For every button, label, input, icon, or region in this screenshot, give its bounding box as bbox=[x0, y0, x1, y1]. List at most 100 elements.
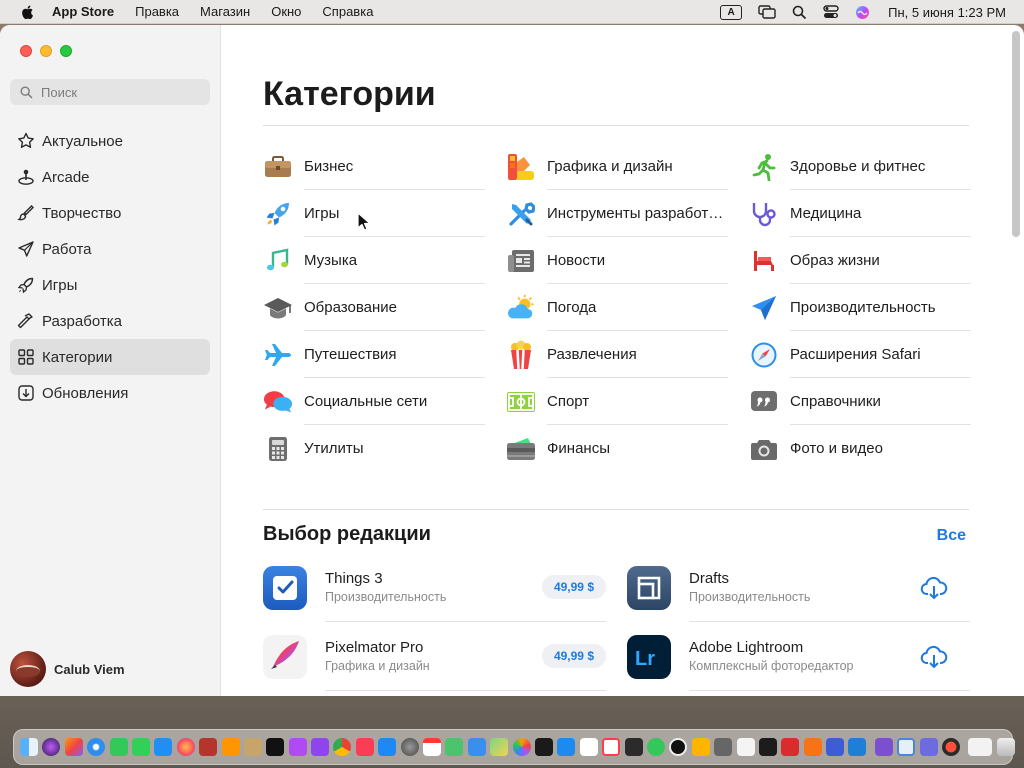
mail-icon[interactable] bbox=[154, 738, 173, 756]
app-drafts[interactable]: Drafts Производительность bbox=[627, 553, 970, 622]
category-weather[interactable]: Погода bbox=[506, 284, 728, 331]
script-editor-icon[interactable] bbox=[826, 738, 845, 756]
price-button[interactable]: 49,99 $ bbox=[541, 644, 606, 668]
music-icon[interactable] bbox=[355, 738, 374, 756]
see-all-link[interactable]: Все bbox=[937, 527, 966, 545]
trash-icon[interactable] bbox=[996, 738, 1015, 756]
sidebar-item-create[interactable]: Творчество bbox=[10, 195, 210, 231]
chrome-icon[interactable] bbox=[333, 738, 352, 756]
messages-icon[interactable] bbox=[109, 738, 128, 756]
menu-store[interactable]: Магазин bbox=[200, 4, 250, 19]
apple-tv-icon[interactable] bbox=[266, 738, 285, 756]
menu-app-name[interactable]: App Store bbox=[52, 4, 114, 19]
category-news[interactable]: Новости bbox=[506, 237, 728, 284]
category-utilities[interactable]: Утилиты bbox=[263, 425, 485, 472]
sidebar-item-develop[interactable]: Разработка bbox=[10, 303, 210, 339]
siri-icon[interactable] bbox=[42, 738, 61, 756]
podcasts-alt-icon[interactable] bbox=[311, 738, 330, 756]
category-music[interactable]: Музыка bbox=[263, 237, 485, 284]
search-input[interactable]: Поиск bbox=[10, 79, 210, 105]
category-travel[interactable]: Путешествия bbox=[263, 331, 485, 378]
dictionary-icon[interactable] bbox=[199, 738, 218, 756]
cloud-download-icon[interactable] bbox=[920, 574, 948, 602]
sidebar-item-categories[interactable]: Категории bbox=[10, 339, 210, 375]
facetime-icon[interactable] bbox=[131, 738, 150, 756]
stickies-icon[interactable] bbox=[919, 738, 938, 756]
control-center-icon[interactable] bbox=[823, 5, 839, 19]
category-safari-extensions[interactable]: Расширения Safari bbox=[749, 331, 971, 378]
activity-monitor-icon[interactable] bbox=[624, 738, 643, 756]
vertical-scrollbar[interactable] bbox=[1012, 31, 1020, 237]
menu-edit[interactable]: Правка bbox=[135, 4, 179, 19]
sidebar-item-discover[interactable]: Актуальное bbox=[10, 123, 210, 159]
category-social[interactable]: Социальные сети bbox=[263, 378, 485, 425]
category-reference[interactable]: Справочники bbox=[749, 378, 971, 425]
weather-icon[interactable] bbox=[467, 738, 486, 756]
launchpad-icon[interactable] bbox=[64, 738, 83, 756]
maps-alt-icon[interactable] bbox=[490, 738, 509, 756]
cloud-download-icon[interactable] bbox=[920, 643, 948, 671]
reminders-icon[interactable] bbox=[579, 738, 598, 756]
stocks-icon[interactable] bbox=[534, 738, 553, 756]
notes-icon[interactable] bbox=[243, 738, 262, 756]
menu-clock[interactable]: Пн, 5 июня 1:23 PM bbox=[888, 5, 1006, 20]
home-icon[interactable] bbox=[691, 738, 710, 756]
category-developer-tools[interactable]: Инструменты разработчика bbox=[506, 190, 728, 237]
category-graphics-design[interactable]: Графика и дизайн bbox=[506, 143, 728, 190]
minimize-window-button[interactable] bbox=[40, 45, 52, 57]
account-button[interactable]: Calub Viem bbox=[10, 651, 125, 687]
input-source-icon[interactable]: A bbox=[720, 4, 743, 20]
category-lifestyle[interactable]: Образ жизни bbox=[749, 237, 971, 284]
category-health-fitness[interactable]: Здоровье и фитнес bbox=[749, 143, 971, 190]
app-adobe-lightroom[interactable]: Lr Adobe Lightroom Комплексный фоторедак… bbox=[627, 622, 970, 691]
app-pixelmator-pro[interactable]: Pixelmator Pro Графика и дизайн 49,99 $ bbox=[263, 622, 606, 691]
system-settings-icon[interactable] bbox=[400, 738, 419, 756]
sidebar-item-arcade[interactable]: Arcade bbox=[10, 159, 210, 195]
downloads-folder-icon[interactable] bbox=[968, 738, 993, 756]
category-sports[interactable]: Спорт bbox=[506, 378, 728, 425]
category-business[interactable]: Бизнес bbox=[263, 143, 485, 190]
record-icon[interactable] bbox=[942, 738, 961, 756]
calculator-icon[interactable] bbox=[714, 738, 733, 756]
visual-studio-icon[interactable] bbox=[874, 738, 893, 756]
menu-help[interactable]: Справка bbox=[322, 4, 373, 19]
sidebar-item-work[interactable]: Работа bbox=[10, 231, 210, 267]
app-things-3[interactable]: Things 3 Производительность 49,99 $ bbox=[263, 553, 606, 622]
photos-icon[interactable] bbox=[512, 738, 531, 756]
clock-icon[interactable] bbox=[669, 738, 688, 756]
category-finance[interactable]: Финансы bbox=[506, 425, 728, 472]
find-my-icon[interactable] bbox=[646, 738, 665, 756]
menu-window[interactable]: Окно bbox=[271, 4, 301, 19]
sidebar-item-updates[interactable]: Обновления bbox=[10, 375, 210, 411]
textedit-icon[interactable] bbox=[736, 738, 755, 756]
vscode-icon[interactable] bbox=[848, 738, 867, 756]
category-medical[interactable]: Медицина bbox=[749, 190, 971, 237]
category-games[interactable]: Игры bbox=[263, 190, 485, 237]
zoom-window-button[interactable] bbox=[60, 45, 72, 57]
category-productivity[interactable]: Производительность bbox=[749, 284, 971, 331]
price-button[interactable]: 49,99 $ bbox=[541, 575, 606, 599]
spotlight-search-icon[interactable] bbox=[792, 5, 807, 20]
screen-mirroring-icon[interactable] bbox=[758, 5, 776, 19]
terminal-icon[interactable] bbox=[758, 738, 777, 756]
category-entertainment[interactable]: Развлечения bbox=[506, 331, 728, 378]
preview-icon[interactable] bbox=[897, 738, 916, 756]
firefox-icon[interactable] bbox=[176, 738, 195, 756]
safari-icon[interactable] bbox=[87, 738, 106, 756]
sidebar-item-play[interactable]: Игры bbox=[10, 267, 210, 303]
apple-menu-icon[interactable] bbox=[20, 4, 36, 20]
keynote-icon[interactable] bbox=[557, 738, 576, 756]
app-store-icon[interactable] bbox=[378, 738, 397, 756]
close-window-button[interactable] bbox=[20, 45, 32, 57]
garageband-icon[interactable] bbox=[803, 738, 822, 756]
finder-icon[interactable] bbox=[20, 738, 38, 756]
calendar-icon[interactable] bbox=[423, 738, 442, 756]
category-education[interactable]: Образование bbox=[263, 284, 485, 331]
maps-icon[interactable] bbox=[445, 738, 464, 756]
podcasts-icon[interactable] bbox=[288, 738, 307, 756]
news-icon[interactable] bbox=[602, 738, 621, 756]
books-icon[interactable] bbox=[221, 738, 240, 756]
siri-icon[interactable] bbox=[855, 5, 870, 20]
photo-booth-icon[interactable] bbox=[781, 738, 800, 756]
category-photo-video[interactable]: Фото и видео bbox=[749, 425, 971, 472]
